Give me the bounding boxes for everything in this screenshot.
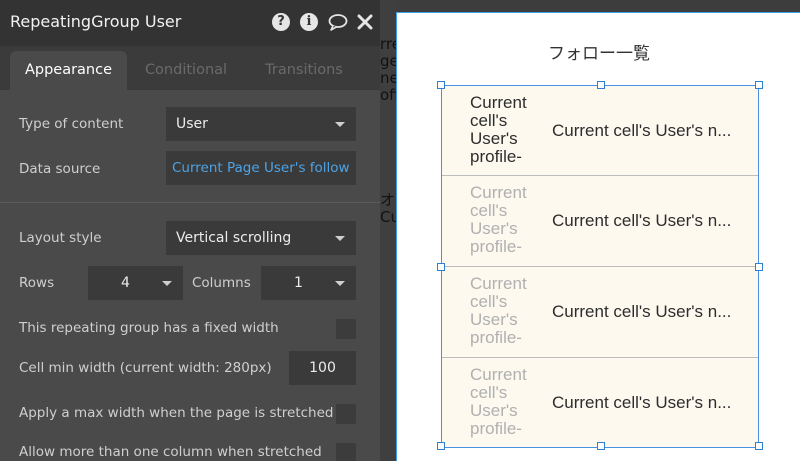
data-source-label: Data source (19, 161, 101, 177)
background-text: ge (380, 52, 396, 70)
user-name-text[interactable]: Current cell's User's n... (552, 393, 731, 413)
chevron-down-icon (335, 281, 345, 286)
repeating-group[interactable]: Current cell's User's profile- Current c… (441, 85, 759, 448)
resize-handle-bottom-right[interactable] (755, 442, 763, 450)
tab-transitions[interactable]: Transitions (248, 51, 360, 90)
repeating-group-cell[interactable]: Current cell's User's profile- Current c… (442, 358, 758, 447)
help-icon[interactable]: ? (272, 13, 290, 31)
multi-column-checkbox[interactable] (336, 443, 356, 461)
profile-image-placeholder[interactable]: Current cell's User's profile- (470, 275, 527, 347)
comment-icon[interactable] (328, 13, 348, 31)
max-width-label: Apply a max width when the page is stret… (19, 405, 334, 421)
layout-style-select[interactable]: Vertical scrolling (166, 221, 356, 255)
profile-image-placeholder[interactable]: Current cell's User's profile- (470, 184, 527, 256)
type-of-content-label: Type of content (19, 116, 124, 132)
repeating-group-cell[interactable]: Current cell's User's profile- Current c… (442, 267, 758, 358)
rows-select[interactable]: 4 (88, 266, 183, 300)
user-name-text[interactable]: Current cell's User's n... (552, 302, 731, 322)
rows-label: Rows (19, 275, 55, 291)
rows-value: 4 (121, 275, 130, 291)
profile-image-placeholder[interactable]: Current cell's User's profile- (470, 366, 527, 438)
resize-handle-right[interactable] (755, 263, 763, 271)
columns-value: 1 (294, 275, 303, 291)
fixed-width-checkbox[interactable] (336, 319, 356, 339)
multi-column-label: Allow more than one column when stretche… (19, 444, 322, 460)
resize-handle-top-right[interactable] (755, 81, 763, 89)
info-icon[interactable]: i (300, 13, 318, 31)
repeating-group-cell[interactable]: Current cell's User's profile- Current c… (442, 86, 758, 176)
max-width-checkbox[interactable] (336, 404, 356, 424)
section-divider (0, 202, 380, 203)
close-icon[interactable] (357, 13, 375, 31)
tab-appearance[interactable]: Appearance (10, 51, 127, 90)
user-name-text[interactable]: Current cell's User's n... (552, 211, 731, 231)
property-editor-panel: RepeatingGroup User ? i Appearance Condi… (0, 0, 380, 461)
tab-conditional[interactable]: Conditional (130, 51, 242, 90)
background-text: rre (380, 35, 396, 53)
background-text: ofil (380, 86, 396, 104)
background-text: ne (380, 69, 396, 87)
resize-handle-bottom[interactable] (597, 442, 605, 450)
user-name-text[interactable]: Current cell's User's n... (552, 121, 731, 141)
panel-header[interactable]: RepeatingGroup User ? i (0, 0, 380, 46)
panel-title: RepeatingGroup User (10, 12, 182, 31)
cell-min-width-label: Cell min width (current width: 280px) (19, 360, 272, 376)
profile-image-placeholder[interactable]: Current cell's User's profile- (470, 94, 527, 166)
background-text: オ (380, 191, 396, 209)
data-source-expression[interactable]: Current Page User's follow (166, 151, 356, 185)
editor-background: rre ge ne ofil オ Cu (380, 0, 396, 461)
chevron-down-icon (335, 236, 345, 241)
chevron-down-icon (162, 281, 172, 286)
type-of-content-select[interactable]: User (166, 107, 356, 141)
resize-handle-left[interactable] (437, 263, 445, 271)
columns-label: Columns (192, 275, 251, 291)
tab-bar: Appearance Conditional Transitions (0, 46, 380, 90)
type-of-content-value: User (176, 116, 208, 132)
layout-style-value: Vertical scrolling (176, 230, 292, 246)
chevron-down-icon (335, 122, 345, 127)
fixed-width-label: This repeating group has a fixed width (19, 320, 279, 336)
repeating-group-cell[interactable]: Current cell's User's profile- Current c… (442, 176, 758, 267)
resize-handle-bottom-left[interactable] (437, 442, 445, 450)
cell-min-width-input[interactable]: 100 (289, 351, 356, 385)
resize-handle-top-left[interactable] (437, 81, 445, 89)
background-text: Cu (380, 208, 396, 226)
page-canvas[interactable]: フォロー一覧 Current cell's User's profile- Cu… (396, 12, 800, 461)
columns-select[interactable]: 1 (261, 266, 356, 300)
page-title[interactable]: フォロー一覧 (397, 39, 800, 64)
resize-handle-top[interactable] (597, 81, 605, 89)
layout-style-label: Layout style (19, 230, 102, 246)
